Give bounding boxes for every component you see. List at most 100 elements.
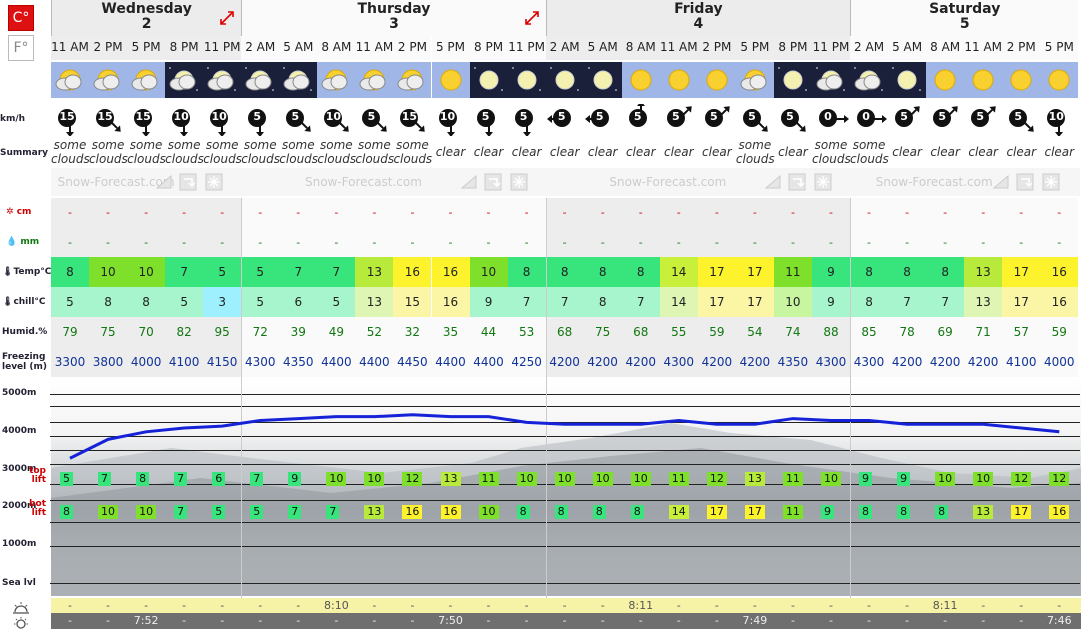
download-icon[interactable] <box>1016 173 1034 191</box>
snow-cell: - <box>943 206 948 219</box>
wind-speed: 15 <box>401 110 418 123</box>
temp-cell: 16 <box>1040 257 1079 287</box>
bot-lift-temp: 8 <box>935 505 949 519</box>
bot-lift-temp: 7 <box>288 505 302 519</box>
bot-lift-temp: 16 <box>1049 505 1070 519</box>
bot-lift-temp: 16 <box>440 505 461 519</box>
humid-cell: 59 <box>1051 325 1067 339</box>
day-name: Thursday <box>357 1 431 17</box>
sunrise-cell: - <box>372 599 377 612</box>
rain-cell: - <box>410 236 415 249</box>
wind-cell: 5 <box>584 104 622 136</box>
share-icon[interactable] <box>155 173 173 191</box>
time-label: 2 PM <box>697 36 736 60</box>
rain-cell: - <box>220 236 225 249</box>
temp-cell: 8 <box>507 257 546 287</box>
rain-cell: - <box>943 236 948 249</box>
freezing-cell: 4200 <box>549 355 580 369</box>
wind-cell: 5 <box>888 104 926 136</box>
wind-speed: 10 <box>325 110 341 123</box>
fahrenheit-toggle[interactable]: F° <box>8 35 34 61</box>
sun-icon <box>964 62 1003 98</box>
top-lift-temp: 13 <box>744 472 765 486</box>
summary-cell: some clouds <box>203 138 242 166</box>
bot-lift-temp: 5 <box>250 505 264 519</box>
freezing-cell: 4350 <box>777 355 809 369</box>
freezing-cell: 4200 <box>587 355 618 369</box>
altitude-label: 5000m <box>2 388 37 398</box>
freezing-cell: 4300 <box>244 355 276 369</box>
download-icon[interactable] <box>484 173 502 191</box>
snowflake-button-icon[interactable] <box>1042 173 1060 191</box>
sunset-cell: - <box>220 614 225 627</box>
summary-cell: some clouds <box>812 138 851 166</box>
snow-cell: - <box>867 206 872 219</box>
freezing-cell: 4200 <box>625 355 657 369</box>
expand-icon[interactable] <box>524 10 540 29</box>
download-icon[interactable] <box>179 173 197 191</box>
sun-cloud-icon <box>89 62 128 98</box>
rain-cell: - <box>714 236 719 249</box>
wind-cell: 10 <box>432 104 470 137</box>
freezing-cell: 4400 <box>321 355 352 369</box>
summary-cell: some clouds <box>317 138 357 166</box>
download-icon[interactable] <box>788 173 806 191</box>
share-icon[interactable] <box>764 173 782 191</box>
top-lift-label: top lift <box>29 466 46 485</box>
freezing-cell: 3800 <box>92 355 124 369</box>
sun-icon <box>659 62 698 98</box>
rain-cell: - <box>106 236 111 249</box>
top-lift-temp: 10 <box>630 472 651 486</box>
snowflake-button-icon[interactable] <box>205 173 223 191</box>
celsius-toggle[interactable]: C° <box>8 5 34 31</box>
expand-icon[interactable] <box>219 10 235 29</box>
rain-cell: - <box>258 236 263 249</box>
snowflake-button-icon[interactable] <box>510 173 528 191</box>
day-name: Saturday <box>929 1 1001 17</box>
sunset-cell: - <box>562 614 567 627</box>
rain-cell: - <box>1019 236 1024 249</box>
share-icon[interactable] <box>992 173 1010 191</box>
summary-cell: some clouds <box>735 138 775 166</box>
sun-cloud-icon <box>127 62 166 98</box>
snowflake-icon: ✲ <box>6 207 14 217</box>
time-label: 8 AM <box>621 36 660 60</box>
time-label: 11 AM <box>964 36 1003 60</box>
altitude-gridline <box>50 522 1080 523</box>
summary-cell: clear <box>1006 145 1037 159</box>
moon-cloud-icon <box>812 62 850 98</box>
snowflake-button-icon[interactable] <box>814 173 832 191</box>
wind-speed: 15 <box>135 110 151 123</box>
wind-cell: 10 <box>1040 104 1078 137</box>
day-name: Wednesday <box>101 1 192 17</box>
sun-icon <box>1002 62 1041 98</box>
top-lift-temp: 12 <box>1011 472 1032 486</box>
summary-cell: clear <box>968 145 998 159</box>
humid-label: Humid.% <box>2 327 48 337</box>
humid-cell: 49 <box>328 325 344 339</box>
wind-label: km/h <box>0 114 26 124</box>
sunset-cell: - <box>714 614 719 627</box>
sunset-cell: 7:49 <box>742 614 768 627</box>
share-icon[interactable] <box>460 173 478 191</box>
wind-cell: 10 <box>317 104 355 136</box>
time-label: 8 PM <box>773 36 812 60</box>
time-label: 11 AM <box>659 36 698 60</box>
day-separator <box>241 198 243 598</box>
bot-lift-temp: 13 <box>364 505 385 519</box>
freezing-cell: 4300 <box>663 355 695 369</box>
wind-cell: 10 <box>165 104 203 137</box>
snow-cell: - <box>372 206 377 219</box>
freezing-cell: 4000 <box>1044 355 1075 369</box>
chill-cell: 17 <box>735 287 774 317</box>
bot-lift-temp: 8 <box>630 505 644 519</box>
bot-lift-temp: 10 <box>98 505 119 519</box>
wind-cell: 5 <box>774 104 812 136</box>
top-lift-temp: 11 <box>782 472 803 486</box>
wind-speed: 0 <box>824 110 832 123</box>
brand-logo: Snow-Forecast.com <box>609 175 727 189</box>
sunset-icon <box>12 616 30 630</box>
rain-cell: - <box>1057 236 1062 249</box>
bot-lift-temp: 17 <box>744 505 765 519</box>
wind-speed: 5 <box>291 110 300 123</box>
